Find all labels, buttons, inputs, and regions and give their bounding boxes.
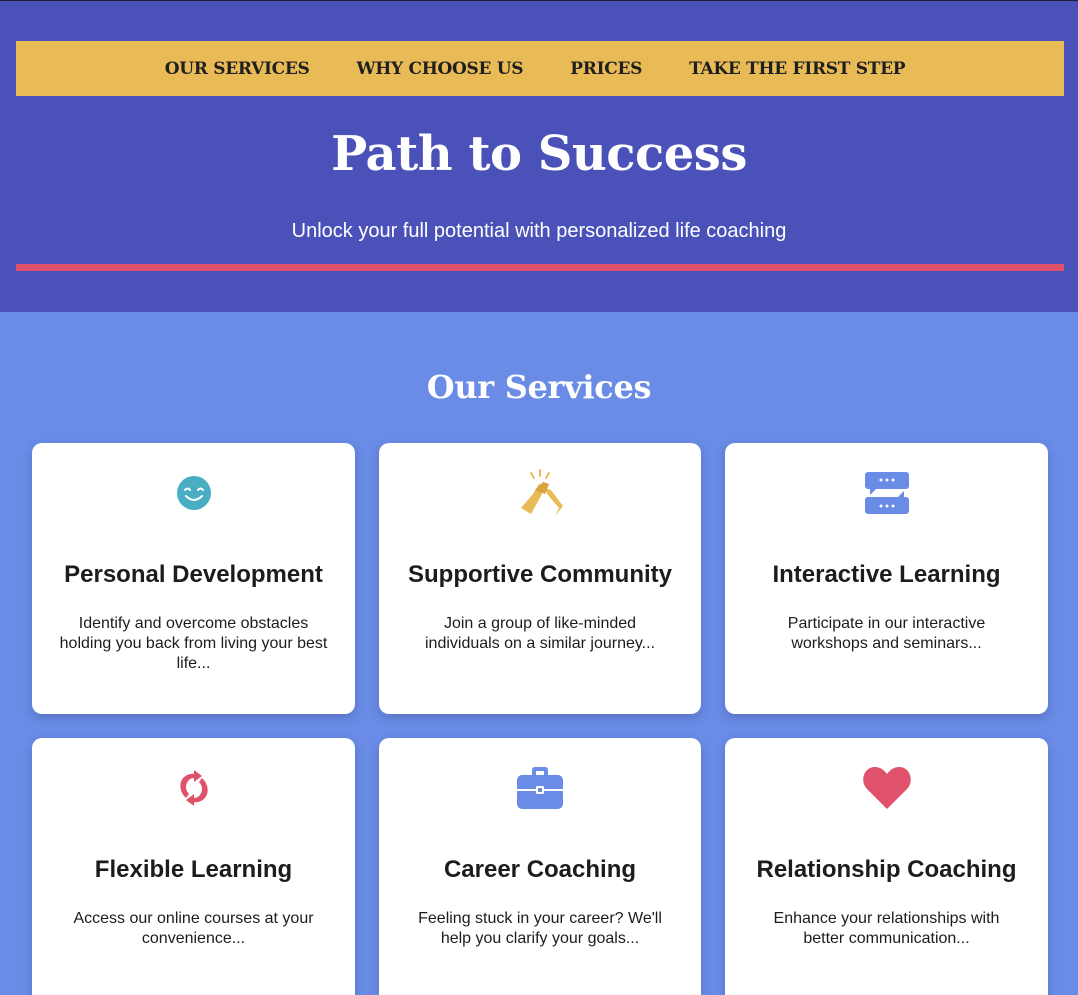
smiling-face-icon [168, 467, 220, 519]
service-card-career-coaching: Career Coaching Feeling stuck in your ca… [379, 738, 701, 995]
nav-link-our-services[interactable]: OUR SERVICES [165, 59, 310, 79]
service-card-personal-development: Personal Development Identify and overco… [32, 443, 355, 714]
hero-subtitle: Unlock your full potential with personal… [291, 220, 787, 242]
service-card-relationship-coaching: Relationship Coaching Enhance your relat… [725, 738, 1048, 995]
service-card-text: Feeling stuck in your career? We'll help… [418, 910, 662, 947]
service-card-title: Career Coaching [443, 856, 637, 883]
service-card-text: Join a group of like-minded individuals … [424, 615, 656, 652]
nav-link-take-the-first-step[interactable]: TAKE THE FIRST STEP [689, 59, 905, 79]
service-card-title: Flexible Learning [94, 856, 293, 883]
briefcase-icon [514, 762, 566, 814]
service-card-title: Interactive Learning [772, 561, 1001, 588]
services-section-title: Our Services [426, 368, 652, 406]
services-grid: Personal Development Identify and overco… [32, 443, 1048, 995]
nav-link-why-choose-us[interactable]: WHY CHOOSE US [357, 59, 524, 79]
heart-icon [861, 762, 913, 814]
high-five-icon [514, 467, 566, 519]
hero-title: Path to Success [331, 126, 747, 182]
hero-divider [16, 264, 1064, 271]
service-card-interactive-learning: Interactive Learning Participate in our … [725, 443, 1048, 714]
nav-link-prices[interactable]: PRICES [570, 59, 642, 79]
main-nav: OUR SERVICES WHY CHOOSE US PRICES TAKE T… [16, 41, 1064, 96]
service-card-text: Access our online courses at your conven… [73, 910, 314, 947]
service-card-supportive-community: Supportive Community Join a group of lik… [379, 443, 701, 714]
service-card-flexible-learning: Flexible Learning Access our online cour… [32, 738, 355, 995]
service-card-text: Participate in our interactive workshops… [787, 615, 986, 652]
service-card-title: Personal Development [64, 561, 323, 588]
hero-header: OUR SERVICES WHY CHOOSE US PRICES TAKE T… [0, 1, 1078, 312]
service-card-text: Enhance your relationships with better c… [773, 910, 1000, 947]
chat-exchange-icon [861, 467, 913, 519]
service-card-title: Relationship Coaching [756, 856, 1017, 883]
service-card-title: Supportive Community [407, 561, 672, 588]
refresh-arrows-icon [168, 762, 220, 814]
service-card-text: Identify and overcome obstacles holding … [59, 615, 328, 672]
